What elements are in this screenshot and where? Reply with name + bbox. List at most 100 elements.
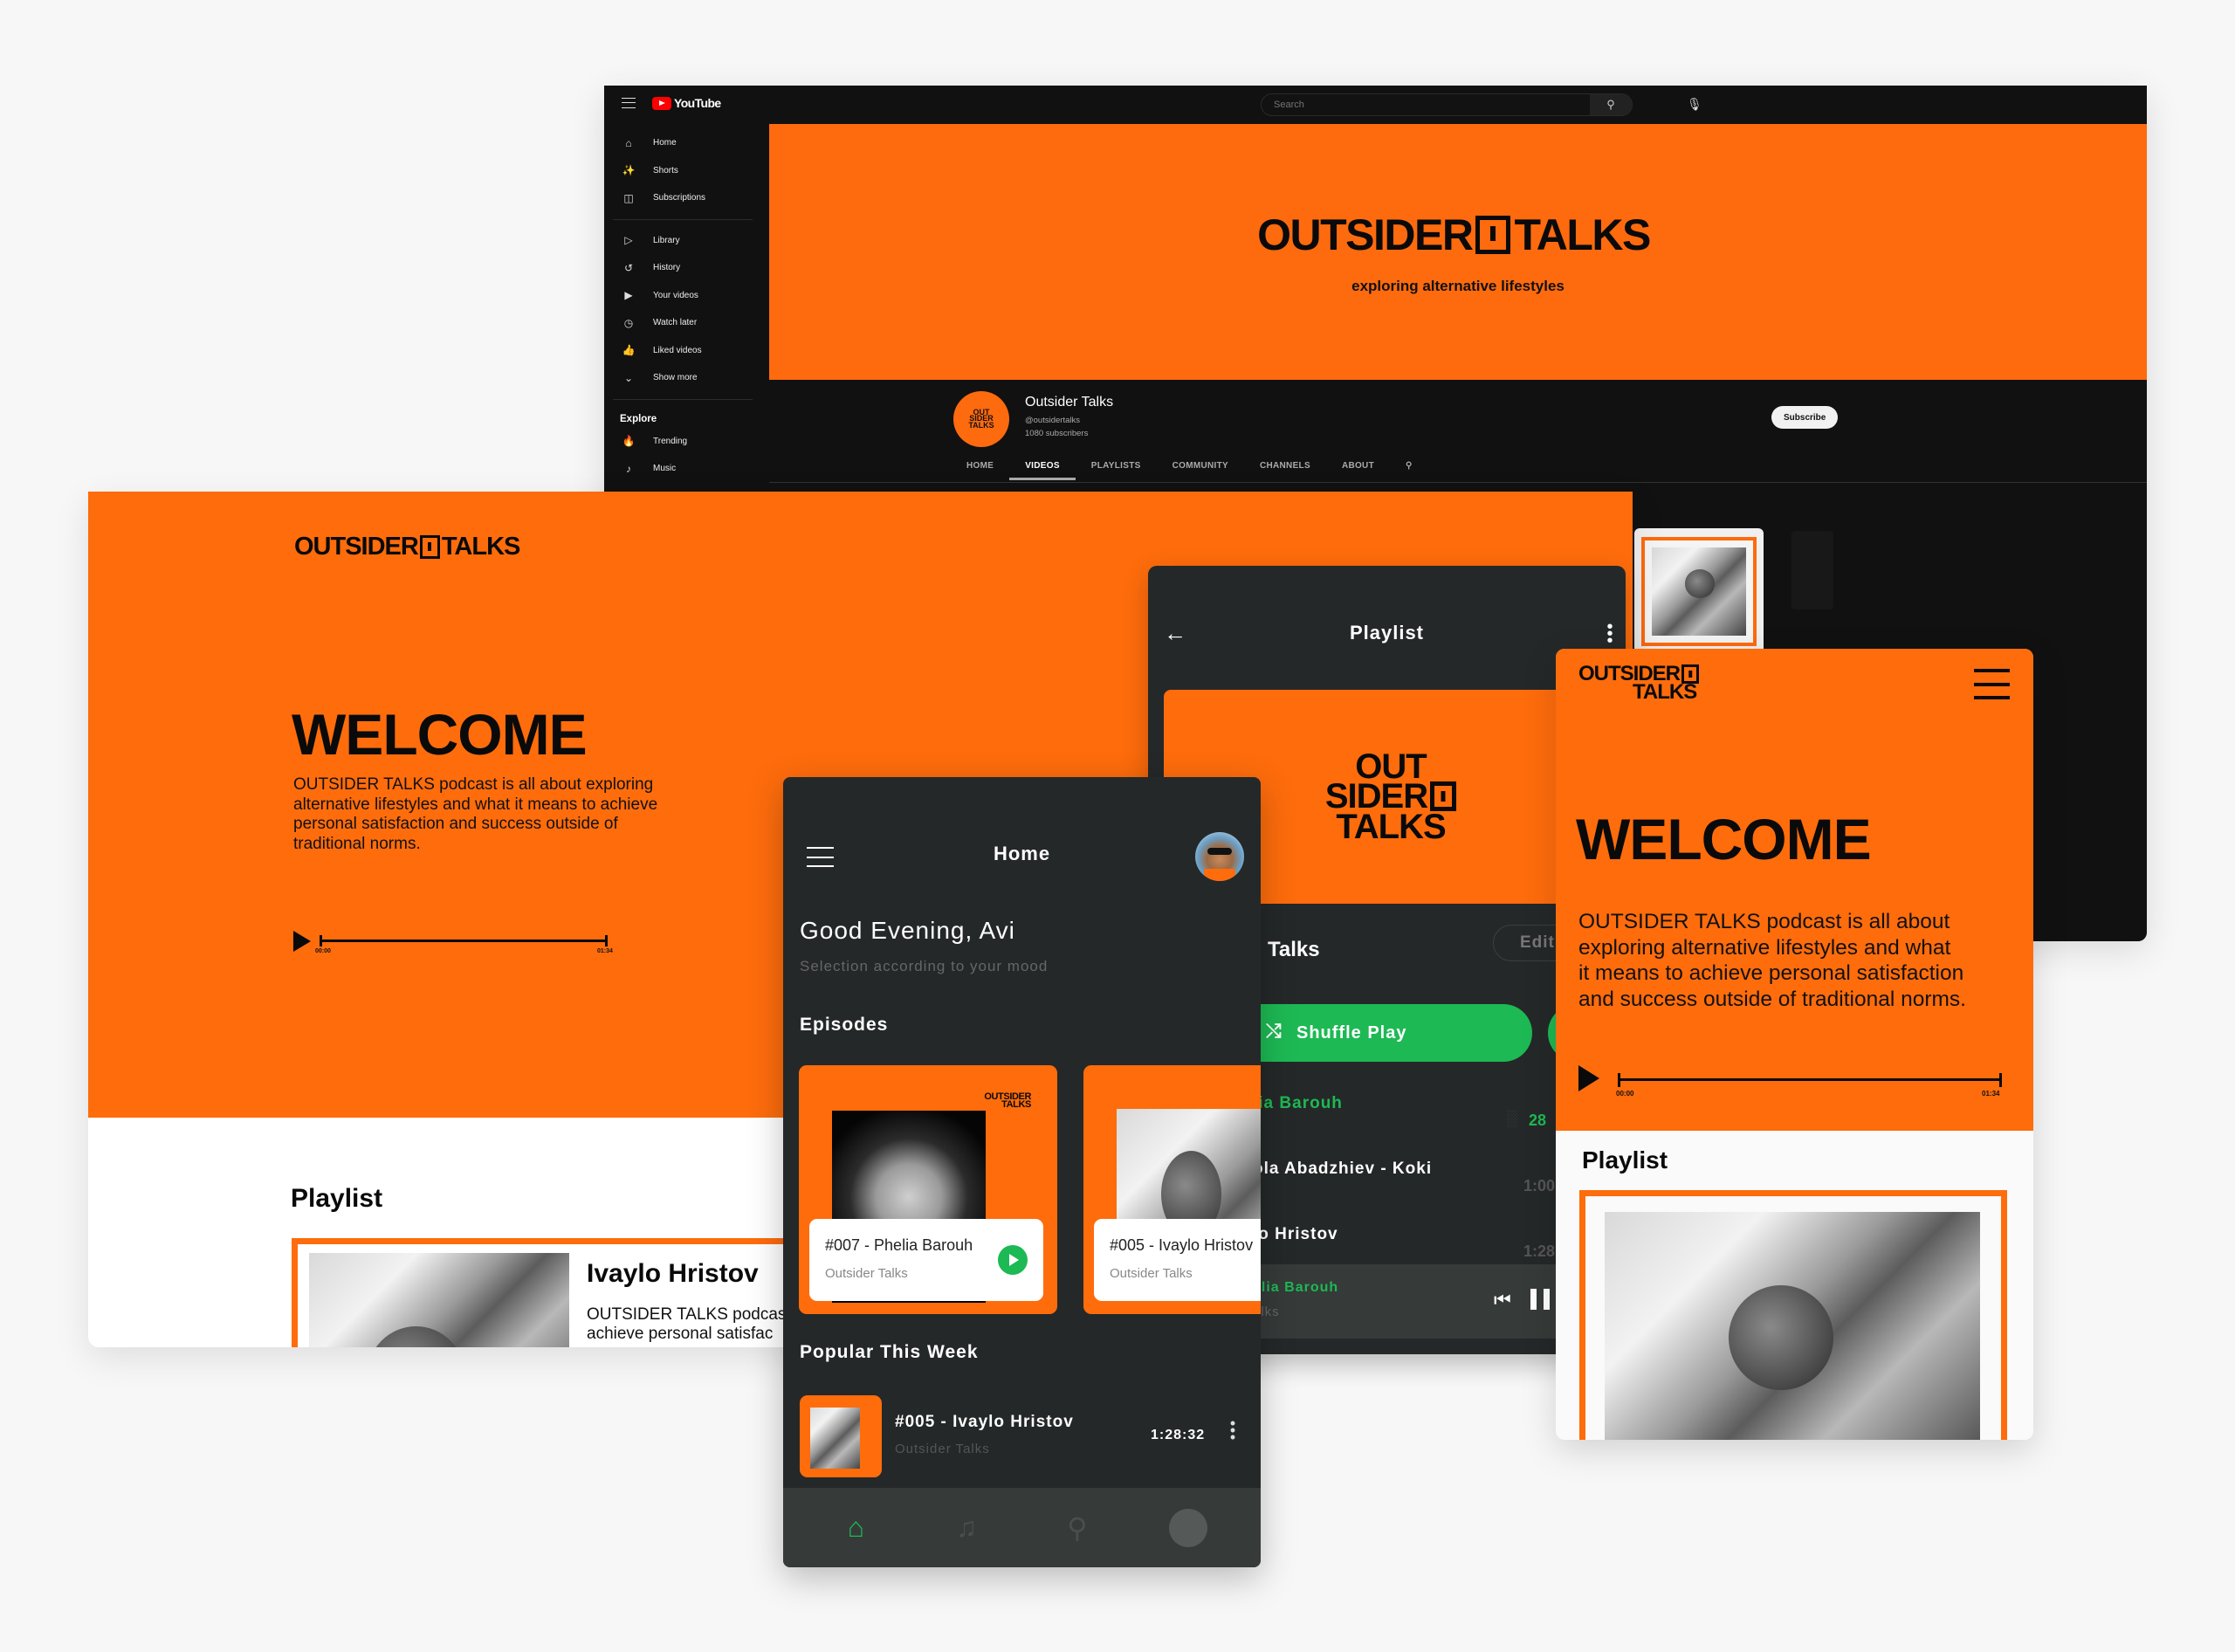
hero-section: OUTSIDER TALKS WELCOME OUTSIDER TALKS po…	[1556, 649, 2033, 1131]
track-duration: 1:00	[1523, 1177, 1556, 1194]
tab-community[interactable]: COMMUNITY	[1157, 451, 1244, 480]
playlist-card[interactable]: Ivaylo Hristov OUTSIDER TALKS podcast ac…	[292, 1238, 833, 1347]
episode-title: Ivaylo Hristov	[587, 1259, 759, 1288]
youtube-logo-text: YouTube	[674, 96, 721, 110]
playlist-heading: Playlist	[291, 1184, 383, 1213]
sidebar-label: Home	[653, 138, 677, 148]
total-time: 01:34	[597, 948, 613, 954]
welcome-heading: WELCOME	[292, 702, 588, 767]
logo-mark-icon	[1430, 781, 1457, 812]
site-logo[interactable]: OUTSIDER TALKS	[1578, 663, 1700, 704]
video-thumbnail[interactable]	[1791, 531, 1833, 609]
hero-description: OUTSIDER TALKS podcast is all about expl…	[293, 775, 658, 853]
previous-track-icon[interactable]: ⏮	[1494, 1289, 1511, 1311]
sidebar-item-show-more[interactable]: ⌄ Show more	[604, 364, 761, 392]
episode-duration: 1:28:32	[1151, 1428, 1206, 1442]
playlist-name: Talks	[1268, 938, 1320, 961]
shuffle-icon: ⤭	[1266, 1020, 1283, 1042]
logo-mark-icon	[419, 535, 440, 559]
sidebar-item-music[interactable]: ♪ Music	[604, 455, 761, 483]
tab-playlists[interactable]: PLAYLISTS	[1076, 451, 1157, 480]
youtube-play-icon	[652, 96, 671, 110]
music-note-icon[interactable]: ♫	[942, 1504, 991, 1552]
play-icon[interactable]	[1578, 1065, 1599, 1091]
logo-mark-icon	[1475, 215, 1511, 254]
home-icon[interactable]: ⌂	[831, 1504, 880, 1552]
sidebar-item-shorts[interactable]: ✨ Shorts	[604, 157, 761, 185]
tab-channels[interactable]: CHANNELS	[1244, 451, 1326, 480]
library-icon: ▷	[624, 234, 633, 247]
cover-logo: OUT SIDER TALKS	[1325, 749, 1457, 844]
episodes-heading: Episodes	[800, 1015, 889, 1035]
logo-text: OUTSIDER	[294, 533, 419, 561]
menu-icon[interactable]	[1974, 669, 2010, 699]
search-input[interactable]	[1262, 94, 1576, 115]
sidebar-item-trending[interactable]: 🔥 Trending	[604, 428, 761, 456]
playlist-card[interactable]	[1579, 1190, 2007, 1440]
channel-handle: @outsidertalks	[1025, 416, 1080, 425]
thumbnail-frame	[1641, 537, 1757, 646]
play-icon[interactable]	[293, 931, 311, 952]
progress-track[interactable]	[1618, 1073, 2002, 1087]
hero-description: OUTSIDER TALKS podcast is all about expl…	[1578, 910, 1966, 1011]
logo-text: TALKS	[1514, 210, 1651, 259]
microphone-icon[interactable]: 🎙	[1687, 97, 1702, 112]
profile-tab[interactable]	[1164, 1504, 1213, 1552]
explore-heading: Explore	[620, 413, 657, 424]
site-logo[interactable]: OUTSIDER TALKS	[294, 533, 520, 561]
greeting: Good Evening, Avi	[800, 917, 1015, 944]
user-avatar[interactable]	[1195, 832, 1244, 881]
sidebar-item-home[interactable]: ⌂ Home	[604, 129, 761, 157]
sidebar-item-your-videos[interactable]: ▶ Your videos	[604, 282, 761, 310]
episode-card[interactable]: OUTSIDER TALKS #005 - Ivaylo Hristov Out…	[1083, 1065, 1261, 1314]
more-options-icon[interactable]: • • •	[1229, 1415, 1236, 1445]
popular-heading: Popular This Week	[800, 1342, 979, 1362]
youtube-topbar: YouTube ⚲ 🎙	[604, 86, 2147, 124]
menu-icon[interactable]	[622, 98, 636, 108]
search-icon[interactable]: ⚲	[1053, 1504, 1102, 1552]
popular-item[interactable]: #005 - Ivaylo Hristov Outsider Talks 1:2…	[800, 1395, 1245, 1478]
avatar-text: TALKS	[968, 420, 994, 430]
sidebar-item-history[interactable]: ↺ History	[604, 254, 761, 282]
episode-card[interactable]: OUTSIDER TALKS #007 - Phelia Barouh Outs…	[799, 1065, 1057, 1314]
progress-track[interactable]	[320, 935, 608, 946]
chevron-down-icon: ⌄	[623, 371, 634, 384]
search-button[interactable]: ⚲	[1590, 94, 1632, 115]
subscribe-button[interactable]: Subscribe	[1771, 406, 1839, 429]
play-icon[interactable]	[998, 1245, 1028, 1275]
track-title: ola Abadzhiev - Koki	[1253, 1160, 1433, 1178]
guest-photo	[309, 1253, 569, 1347]
sidebar-label: Subscriptions	[653, 193, 706, 203]
sidebar-label: Shorts	[653, 165, 678, 176]
youtube-logo[interactable]: YouTube	[652, 96, 721, 110]
sidebar-item-library[interactable]: ▷ Library	[604, 227, 761, 255]
sidebar-item-watch-later[interactable]: ◷ Watch later	[604, 309, 761, 337]
tab-videos[interactable]: VIDEOS	[1009, 451, 1076, 480]
sidebar-item-subscriptions[interactable]: ◫ Subscriptions	[604, 184, 761, 212]
sidebar-item-liked-videos[interactable]: 👍 Liked videos	[604, 337, 761, 365]
mobile-website: OUTSIDER TALKS WELCOME OUTSIDER TALKS po…	[1556, 649, 2033, 1440]
subscriber-count: 1080 subscribers	[1025, 429, 1089, 438]
video-thumbnail[interactable]	[1634, 528, 1764, 655]
banner-tagline: exploring alternative lifestyles	[1351, 277, 1564, 294]
episode-thumbnail	[800, 1395, 882, 1477]
logo-text: TALKS	[1633, 680, 1697, 704]
subscriptions-icon: ◫	[623, 191, 634, 204]
episode-show: Outsider Talks	[825, 1266, 908, 1281]
channel-search-icon[interactable]: ⚲	[1390, 451, 1428, 480]
sidebar-label: History	[653, 263, 681, 273]
more-options-icon[interactable]: • • •	[1606, 618, 1613, 650]
pause-icon[interactable]	[1530, 1289, 1550, 1310]
tab-about[interactable]: ABOUT	[1326, 451, 1390, 480]
episode-title: #005 - Ivaylo Hristov	[895, 1413, 1074, 1431]
search-box: ⚲	[1261, 93, 1633, 116]
button-label: Shuffle Play	[1296, 1022, 1407, 1043]
tab-home[interactable]: HOME	[951, 451, 1009, 480]
channel-tabs: HOME VIDEOS PLAYLISTS COMMUNITY CHANNELS…	[951, 451, 1428, 480]
channel-avatar[interactable]: OUT SIDER TALKS	[953, 391, 1009, 447]
home-app-screen: Home Good Evening, Avi Selection accordi…	[783, 777, 1261, 1567]
sidebar-label: Show more	[653, 373, 698, 383]
channel-name: Outsider Talks	[1025, 395, 1114, 410]
sidebar-divider	[613, 218, 753, 220]
sidebar-label: Your videos	[653, 290, 698, 300]
